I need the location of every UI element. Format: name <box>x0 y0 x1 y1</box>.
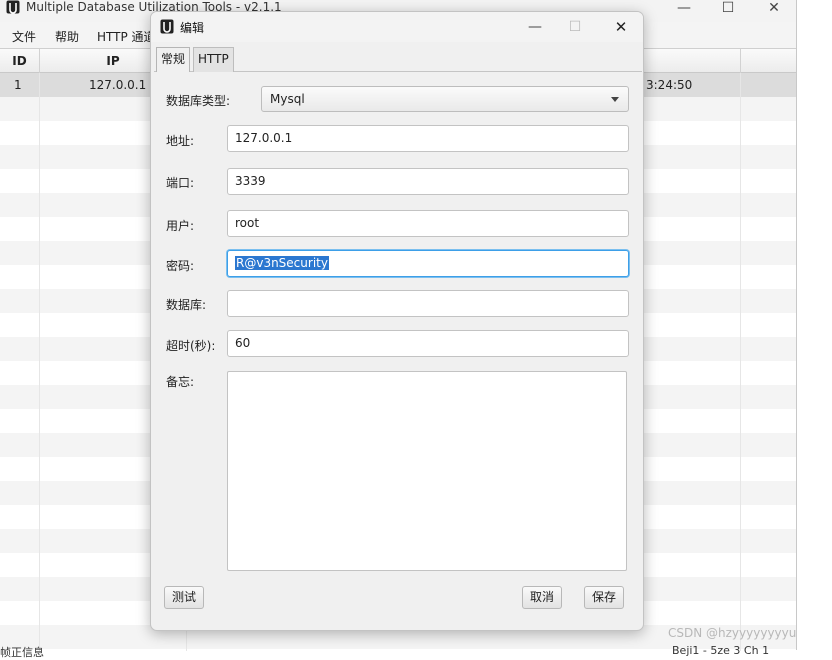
status-info: Beji1 - 5ze 3 Ch 1 <box>672 644 770 657</box>
address-field[interactable]: 127.0.0.1 <box>227 125 629 152</box>
port-label: 端口: <box>166 176 195 190</box>
cell-time: 3:24:50 <box>646 78 693 92</box>
password-field[interactable]: R@v3nSecurity <box>227 250 629 277</box>
test-button[interactable]: 测试 <box>164 586 205 609</box>
db-type-value: Mysql <box>270 92 305 106</box>
tab-http[interactable]: HTTP <box>193 47 234 72</box>
column-header-time[interactable] <box>644 49 741 73</box>
password-label: 密码: <box>166 259 195 273</box>
close-icon[interactable]: ✕ <box>752 0 796 16</box>
column-header-id[interactable]: ID <box>0 49 40 73</box>
db-type-label: 数据库类型: <box>166 94 231 108</box>
tab-bar: 常规 HTTP <box>151 47 643 72</box>
user-field[interactable]: root <box>227 210 629 237</box>
cancel-button[interactable]: 取消 <box>522 586 563 609</box>
maximize-icon: ☐ <box>568 19 582 35</box>
remark-textarea[interactable] <box>227 371 627 571</box>
address-label: 地址: <box>166 134 195 148</box>
menu-help[interactable]: 帮助 <box>55 28 79 45</box>
port-field[interactable]: 3339 <box>227 168 629 195</box>
column-divider <box>39 73 40 651</box>
column-divider <box>740 73 741 651</box>
app-icon <box>6 0 20 14</box>
save-button[interactable]: 保存 <box>584 586 625 609</box>
close-icon[interactable]: ✕ <box>611 18 631 36</box>
minimize-icon[interactable]: — <box>525 18 545 36</box>
window-edge <box>796 0 797 650</box>
password-value: R@v3nSecurity <box>235 256 329 270</box>
maximize-icon[interactable]: ☐ <box>706 0 750 16</box>
status-text: 帧正信息 <box>0 646 44 659</box>
user-label: 用户: <box>166 219 195 233</box>
minimize-icon[interactable]: — <box>662 0 706 16</box>
app-icon <box>160 19 174 34</box>
db-type-select[interactable]: Mysql <box>261 86 629 112</box>
chevron-down-icon <box>611 97 619 102</box>
cell-id: 1 <box>14 78 22 92</box>
database-label: 数据库: <box>166 298 207 312</box>
dialog-titlebar[interactable]: 编辑 — ☐ ✕ <box>151 12 643 42</box>
dialog-title: 编辑 <box>180 21 205 35</box>
column-header-extra[interactable] <box>741 49 797 73</box>
watermark: CSDN @hzyyyyyyyyu <box>668 626 797 640</box>
menu-file[interactable]: 文件 <box>12 28 36 45</box>
edit-dialog: 编辑 — ☐ ✕ 常规 HTTP 数据库类型: Mysql 地址: 127.0.… <box>150 11 644 631</box>
menu-http-channel[interactable]: HTTP 通道 <box>97 28 156 45</box>
tab-general[interactable]: 常规 <box>156 47 191 72</box>
timeout-field[interactable]: 60 <box>227 330 629 357</box>
cell-ip: 127.0.0.1 <box>89 78 147 92</box>
database-field[interactable] <box>227 290 629 317</box>
timeout-label: 超时(秒): <box>166 339 216 353</box>
remark-label: 备忘: <box>166 375 195 389</box>
